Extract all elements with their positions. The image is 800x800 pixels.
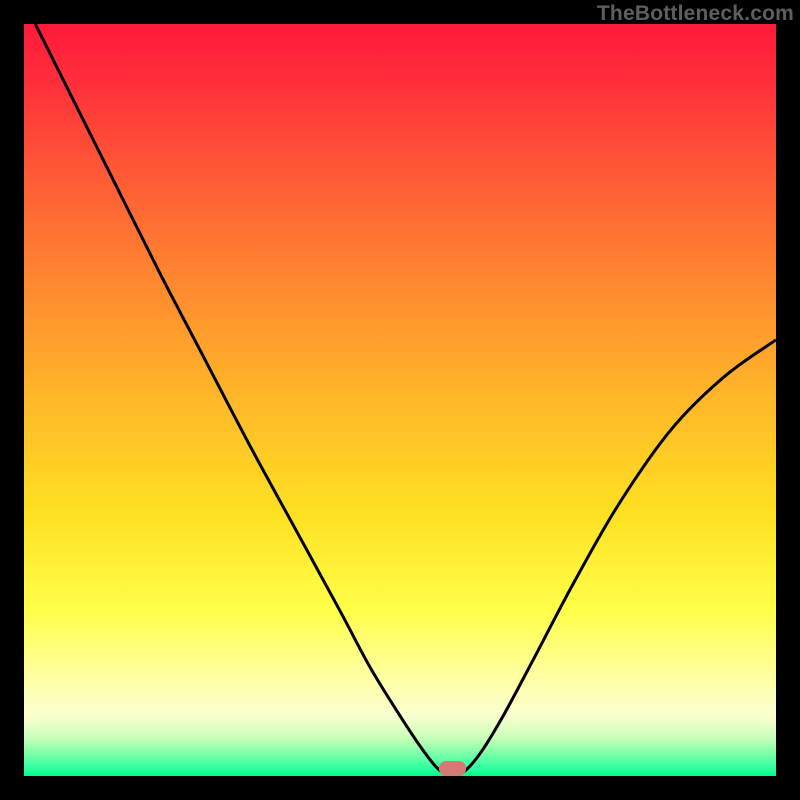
chart-frame: TheBottleneck.com <box>0 0 800 800</box>
plot-area <box>24 24 776 776</box>
minimum-marker <box>439 761 465 776</box>
bottleneck-curve <box>35 24 776 776</box>
curve-layer <box>24 24 776 776</box>
watermark-text: TheBottleneck.com <box>597 2 794 26</box>
